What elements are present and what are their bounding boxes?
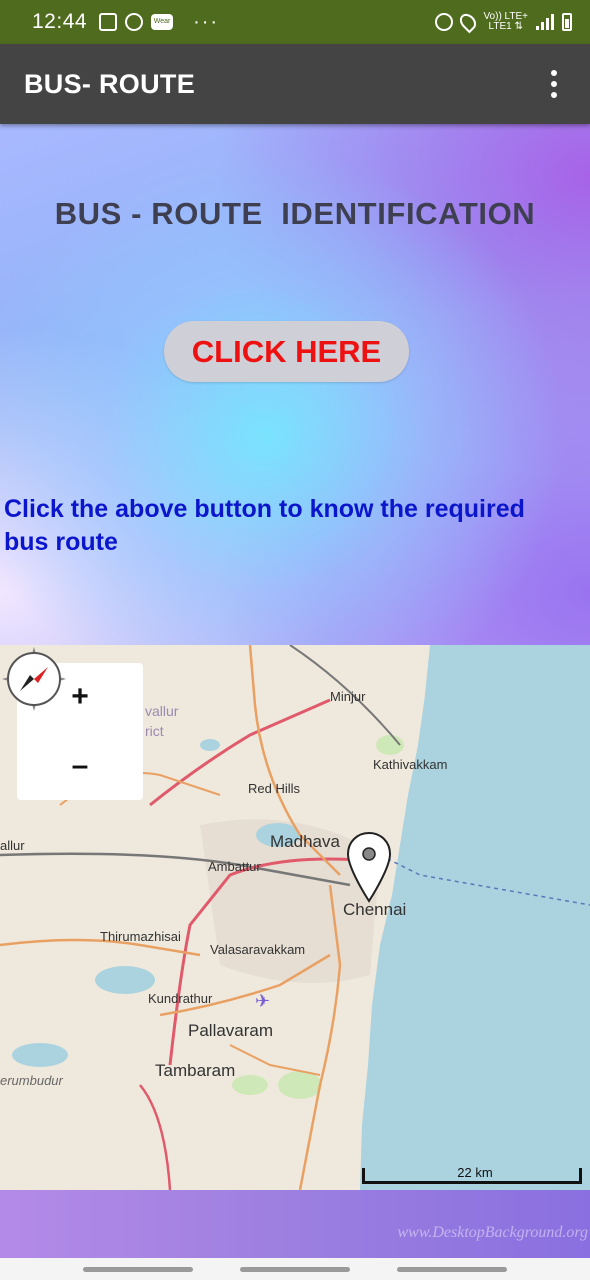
status-bar: 12:44 Wear ··· Vo)) LTE+ LTE1 ⇅	[0, 0, 590, 44]
label-minjur: Minjur	[330, 689, 366, 704]
location-pin-icon[interactable]	[346, 831, 392, 907]
gallery-icon	[99, 13, 118, 31]
system-icons: Vo)) LTE+ LTE1 ⇅	[435, 10, 572, 34]
wear-icon: Wear	[151, 14, 174, 30]
label-valasaravakkam: Valasaravakkam	[210, 942, 306, 957]
lake-sriperumbudur	[12, 1043, 68, 1067]
click-here-button[interactable]: CLICK HERE	[164, 321, 409, 382]
label-thirumazhisai: Thirumazhisai	[100, 929, 181, 944]
overflow-menu-icon[interactable]	[542, 64, 566, 104]
system-nav-bar	[0, 1258, 590, 1280]
network-label-2: LTE1 ⇅	[488, 21, 523, 32]
label-ambattur: Ambattur	[208, 859, 261, 874]
battery-icon	[562, 13, 572, 31]
watermark-text: www.DesktopBackground.org	[397, 1224, 589, 1241]
label-district-1: vallur	[145, 703, 179, 719]
label-sriperumbudur: erumbudur	[0, 1073, 63, 1088]
map-view[interactable]: ✈ Minjur Kathivakkam Red Hills Madhava A…	[0, 645, 590, 1190]
compass-icon[interactable]	[0, 645, 68, 713]
nav-recent-button[interactable]	[83, 1266, 194, 1272]
lake	[200, 739, 220, 751]
label-red-hills: Red Hills	[248, 781, 301, 796]
label-madhavaram: Madhava	[270, 832, 340, 851]
lake-chembarambakkam	[95, 966, 155, 994]
instruction-text: Click the above button to know the requi…	[4, 495, 525, 556]
app-bar: BUS- ROUTE	[0, 44, 590, 124]
whatsapp-icon	[125, 13, 144, 31]
network-indicator: Vo)) LTE+ LTE1 ⇅	[483, 12, 528, 32]
map-scale-label: 22 km	[457, 1165, 493, 1180]
status-time: 12:44	[32, 10, 88, 33]
label-tambaram: Tambaram	[155, 1061, 236, 1080]
zoom-out-button[interactable]: –	[17, 732, 143, 801]
label-district-2: rict	[145, 723, 164, 739]
main-content: BUS - ROUTE IDENTIFICATION CLICK HERE Cl…	[0, 124, 590, 645]
nav-home-button[interactable]	[239, 1266, 350, 1272]
label-pallavaram: Pallavaram	[188, 1021, 274, 1040]
park	[232, 1075, 268, 1095]
label-kundrathur: Kundrathur	[148, 991, 213, 1006]
signal-icon	[536, 14, 554, 30]
label-kathivakkam: Kathivakkam	[373, 757, 448, 772]
location-icon	[457, 10, 480, 34]
nav-back-button[interactable]	[396, 1266, 507, 1272]
airport-icon: ✈	[255, 991, 270, 1012]
more-dots-icon: ···	[193, 10, 220, 33]
app-title: BUS- ROUTE	[24, 68, 195, 99]
alarm-icon	[435, 13, 454, 31]
park-3	[278, 1071, 322, 1099]
label-tiruvallur: allur	[0, 838, 25, 853]
highway-3	[139, 1084, 172, 1190]
notification-icons: Wear ···	[99, 11, 219, 34]
road-6	[229, 1044, 321, 1076]
page-heading: BUS - ROUTE IDENTIFICATION	[54, 196, 536, 231]
